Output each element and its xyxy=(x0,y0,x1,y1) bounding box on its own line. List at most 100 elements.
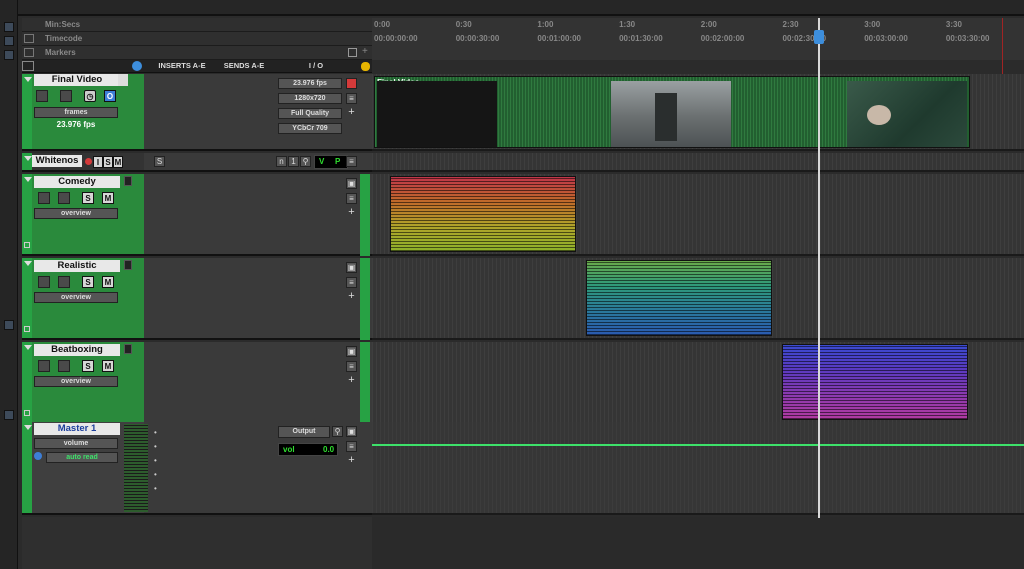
settings-icon[interactable]: ▣ xyxy=(346,346,357,357)
audio-track-header[interactable]: Realistic S Moverview ▣ ≡ + xyxy=(22,258,372,340)
audio-lane[interactable] xyxy=(372,174,1024,256)
colorspace-select[interactable]: YCbCr 709 xyxy=(278,123,342,134)
list-icon[interactable]: ≡ xyxy=(346,277,357,288)
audio-btn-1[interactable] xyxy=(38,360,50,372)
collapse-arrow-icon[interactable] xyxy=(24,156,32,161)
mute-button[interactable]: M xyxy=(113,156,123,168)
collapse-arrow-icon[interactable] xyxy=(24,77,32,82)
collapse-arrow-icon[interactable] xyxy=(24,177,32,182)
insert-dot[interactable]: • xyxy=(154,428,157,437)
audio-track-name[interactable]: Realistic xyxy=(34,260,120,272)
video-track-name[interactable]: Final Video xyxy=(34,74,120,86)
settings-icon[interactable]: ▣ xyxy=(346,178,357,189)
list-icon[interactable]: ≡ xyxy=(346,193,357,204)
sidebar-button-3[interactable] xyxy=(4,50,14,60)
solo-button[interactable]: S xyxy=(82,360,94,372)
fps-select[interactable]: 23.976 fps xyxy=(278,78,342,89)
audio-clip[interactable] xyxy=(586,260,772,336)
insert-dot[interactable]: • xyxy=(154,484,157,493)
mute-button[interactable]: M xyxy=(102,192,114,204)
collapse-arrow-icon[interactable] xyxy=(24,425,32,430)
audio-lane[interactable] xyxy=(372,342,1024,424)
playhead-line[interactable] xyxy=(818,18,820,518)
audio-clip[interactable] xyxy=(782,344,968,420)
audio-track-header[interactable]: Beatboxing S Moverview ▣ ≡ + xyxy=(22,342,372,424)
add-plus-icon[interactable]: + xyxy=(346,107,357,119)
list-icon[interactable]: ≡ xyxy=(346,156,357,167)
add-plus-icon[interactable]: + xyxy=(346,455,357,467)
n-button[interactable]: n xyxy=(276,156,287,167)
list-icon[interactable]: ≡ xyxy=(346,361,357,372)
video-btn-1[interactable] xyxy=(36,90,48,102)
output-select[interactable]: Output xyxy=(278,426,330,438)
close-red-icon[interactable] xyxy=(346,78,357,89)
list-icon[interactable]: ≡ xyxy=(346,93,357,104)
frames-select[interactable]: frames xyxy=(34,107,118,118)
volume-view-select[interactable]: volume xyxy=(34,438,118,449)
mute-button[interactable]: M xyxy=(102,276,114,288)
video-track-header[interactable]: Final Video ◷ O frames 23.976 fps 23.976… xyxy=(22,74,372,151)
timecode-ruler-header[interactable]: Timecode xyxy=(22,32,372,46)
whitenos-track-name[interactable]: Whitenos xyxy=(32,155,82,167)
sidebar-button-1[interactable] xyxy=(4,22,14,32)
insert-dot[interactable]: • xyxy=(154,456,157,465)
online-clock-icon[interactable]: ◷ xyxy=(84,90,96,102)
timeline-ruler[interactable]: 0:00 0:30 1:00 1:30 2:00 2:30 3:00 3:30 00:00:0… xyxy=(372,18,1024,60)
track-menu-icon[interactable] xyxy=(118,74,128,86)
insert-dot[interactable]: • xyxy=(154,470,157,479)
one-button[interactable]: 1 xyxy=(288,156,299,167)
view-select[interactable]: overview xyxy=(34,376,118,387)
ruler-menu-icon[interactable] xyxy=(24,34,34,43)
master-track-header[interactable]: Master 1 volume auto read • • • • • Outp… xyxy=(22,422,372,515)
add-plus-icon[interactable]: + xyxy=(346,207,357,219)
timebase-icon[interactable] xyxy=(132,61,142,71)
pan-icon[interactable]: ⚲ xyxy=(332,426,343,437)
audio-track-header[interactable]: Comedy S Moverview ▣ ≡ + xyxy=(22,174,372,256)
sidebar-button-2[interactable] xyxy=(4,36,14,46)
view-select[interactable]: overview xyxy=(34,292,118,303)
view-select[interactable]: overview xyxy=(34,208,118,219)
input-button[interactable]: I xyxy=(93,156,103,168)
master-lane[interactable] xyxy=(372,422,1024,515)
audio-clip[interactable] xyxy=(390,176,576,252)
video-lane[interactable]: Final Video xyxy=(372,74,1024,151)
audio-btn-2[interactable] xyxy=(58,276,70,288)
audio-lane[interactable] xyxy=(372,258,1024,340)
audio-btn-1[interactable] xyxy=(38,276,50,288)
settings-icon[interactable]: ▣ xyxy=(346,426,357,437)
solo-button[interactable]: S xyxy=(82,276,94,288)
audio-btn-2[interactable] xyxy=(58,360,70,372)
audio-btn-2[interactable] xyxy=(58,192,70,204)
markers-ruler-header[interactable]: Markers + xyxy=(22,46,372,60)
mute-button[interactable]: M xyxy=(102,360,114,372)
volume-readout[interactable]: vol 0.0 xyxy=(278,443,338,456)
add-plus-icon[interactable]: + xyxy=(346,375,357,387)
track-list-icon[interactable] xyxy=(22,61,34,71)
sidebar-button-4[interactable] xyxy=(4,320,14,330)
solo-button[interactable]: S xyxy=(82,192,94,204)
list-icon[interactable]: ≡ xyxy=(346,441,357,452)
collapse-arrow-icon[interactable] xyxy=(24,345,32,350)
pan-icon[interactable]: ⚲ xyxy=(300,156,311,167)
audio-track-name[interactable]: Beatboxing xyxy=(34,344,120,356)
record-dot-icon[interactable] xyxy=(85,158,92,165)
add-plus-icon[interactable]: + xyxy=(346,291,357,303)
automation-icon[interactable] xyxy=(34,452,42,460)
resolution-select[interactable]: 1280x720 xyxy=(278,93,342,104)
collapse-arrow-icon[interactable] xyxy=(24,261,32,266)
automation-mode-select[interactable]: auto read xyxy=(46,452,118,463)
whitenos-lane[interactable] xyxy=(372,153,1024,172)
playhead-handle[interactable] xyxy=(814,30,824,44)
audio-btn-1[interactable] xyxy=(38,192,50,204)
video-btn-2[interactable] xyxy=(60,90,72,102)
quality-select[interactable]: Full Quality xyxy=(278,108,342,119)
master-track-name[interactable]: Master 1 xyxy=(34,423,120,435)
record-button[interactable]: O xyxy=(104,90,116,102)
insert-slot[interactable]: S xyxy=(154,156,165,167)
plus-icon[interactable]: + xyxy=(362,46,368,57)
insert-dot[interactable]: • xyxy=(154,442,157,451)
volume-automation-line[interactable] xyxy=(372,444,1024,446)
add-marker-icon[interactable] xyxy=(348,48,357,57)
solo-button[interactable]: S xyxy=(103,156,113,168)
settings-icon[interactable]: ▣ xyxy=(346,262,357,273)
